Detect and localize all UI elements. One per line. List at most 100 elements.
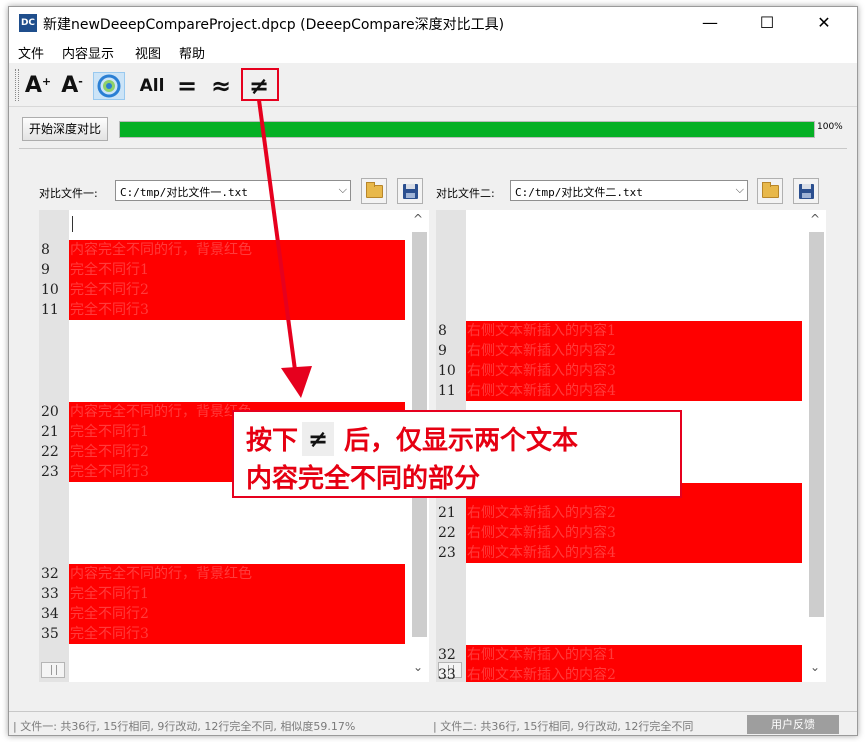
progress-row: 开始深度对比 100% xyxy=(9,115,857,145)
callout-line-1: 按下 ≠ 后，仅显示两个文本 xyxy=(246,420,578,459)
progress-label: 100% xyxy=(817,122,843,132)
right-save-button[interactable] xyxy=(793,178,819,204)
menu-bar: 文件 内容显示 视图 帮助 xyxy=(9,39,857,63)
right-vertical-scrollbar[interactable]: ^ ⌄ xyxy=(806,210,826,682)
left-file-label: 对比文件一: xyxy=(39,187,98,200)
menu-content-display[interactable]: 内容显示 xyxy=(62,43,114,62)
left-file-stats: | 文件一: 共36行, 15行相同, 9行改动, 12行完全不同, 相似度59… xyxy=(13,720,356,733)
callout-text-after: 后，仅显示两个文本 xyxy=(344,426,579,456)
line-number: 35 xyxy=(41,626,59,642)
sync-scroll-button[interactable] xyxy=(93,72,125,100)
diff-line-text: 右侧文本新插入的内容2 xyxy=(466,665,802,682)
menu-file[interactable]: 文件 xyxy=(18,43,44,62)
menu-help[interactable]: 帮助 xyxy=(179,43,205,62)
divider xyxy=(19,148,847,149)
diff-line-text: 右侧文本新插入的内容2 xyxy=(466,341,802,361)
line-number: 8 xyxy=(41,242,50,258)
diff-line-text: 右侧文本新插入的内容2 xyxy=(466,503,802,523)
line-number: 33 xyxy=(41,586,59,602)
save-icon xyxy=(799,184,814,199)
minus-sup: - xyxy=(78,75,83,88)
line-number: 21 xyxy=(438,505,456,521)
chevron-down-icon: ⌵ xyxy=(735,183,744,196)
line-number: 23 xyxy=(41,464,59,480)
app-logo-icon: DC xyxy=(19,14,37,32)
left-save-button[interactable] xyxy=(397,178,423,204)
show-equal-button[interactable]: = xyxy=(173,72,201,100)
not-equal-icon: ≠ xyxy=(302,421,335,456)
diff-line-text: 完全不同行3 xyxy=(69,624,405,644)
diff-line-text: 右侧文本新插入的内容4 xyxy=(466,381,802,401)
right-open-button[interactable] xyxy=(757,178,783,204)
left-open-button[interactable] xyxy=(361,178,387,204)
line-number: 10 xyxy=(41,282,59,298)
status-bar: | 文件一: 共36行, 15行相同, 9行改动, 12行完全不同, 相似度59… xyxy=(9,711,857,735)
line-number: 10 xyxy=(438,363,456,379)
line-number: 34 xyxy=(41,606,59,622)
line-number: 33 xyxy=(438,667,456,682)
scroll-up-icon[interactable]: ^ xyxy=(810,212,820,226)
diff-line-text: 内容完全不同的行，背景红色 xyxy=(69,240,405,260)
line-number: 11 xyxy=(41,302,59,318)
save-icon xyxy=(403,184,418,199)
text-caret xyxy=(72,216,73,232)
callout-line-2: 内容完全不同的部分 xyxy=(246,464,481,494)
font-increase-button[interactable]: A+ xyxy=(23,72,53,100)
diff-line-text: 完全不同行2 xyxy=(69,604,405,624)
diff-line-text: 右侧文本新插入的内容3 xyxy=(466,361,802,381)
left-path-combo[interactable]: C:/tmp/对比文件一.txt ⌵ xyxy=(115,180,351,201)
menu-view[interactable]: 视图 xyxy=(135,43,161,62)
left-path-value: C:/tmp/对比文件一.txt xyxy=(120,186,248,199)
line-number: 21 xyxy=(41,424,59,440)
folder-icon xyxy=(762,182,779,198)
sync-scroll-icon xyxy=(97,74,121,98)
font-decrease-button[interactable]: A- xyxy=(57,72,87,100)
right-path-combo[interactable]: C:/tmp/对比文件二.txt ⌵ xyxy=(510,180,748,201)
right-file-stats: | 文件二: 共36行, 15行相同, 9行改动, 12行完全不同 xyxy=(433,720,694,733)
diff-line-text: 完全不同行2 xyxy=(69,280,405,300)
scroll-up-icon[interactable]: ^ xyxy=(413,212,423,226)
line-number: 20 xyxy=(41,404,59,420)
show-all-button[interactable]: All xyxy=(135,72,169,100)
line-number: 32 xyxy=(41,566,59,582)
toolbar: A+ A- All = ≈ ≠ xyxy=(9,63,857,107)
line-number: 8 xyxy=(438,323,447,339)
chevron-down-icon: ⌵ xyxy=(338,183,347,196)
diff-line-text: 完全不同行1 xyxy=(69,584,405,604)
folder-icon xyxy=(366,182,383,198)
right-file-label: 对比文件二: xyxy=(436,187,495,200)
show-similar-button[interactable]: ≈ xyxy=(207,72,235,100)
diff-line-text: 完全不同行1 xyxy=(69,260,405,280)
scroll-down-icon[interactable]: ⌄ xyxy=(810,660,820,674)
callout-text-before: 按下 xyxy=(246,426,299,456)
diff-line-text: 内容完全不同的行，背景红色 xyxy=(69,564,405,584)
maximize-button[interactable]: ☐ xyxy=(744,7,790,39)
close-button[interactable]: ✕ xyxy=(801,7,847,39)
not-equal-highlight-box xyxy=(241,68,279,101)
diff-line-text: 右侧文本新插入的内容3 xyxy=(466,523,802,543)
diff-line-text: 完全不同行3 xyxy=(69,300,405,320)
line-number: 22 xyxy=(41,444,59,460)
progress-fill xyxy=(120,122,814,137)
feedback-button[interactable]: 用户反馈 xyxy=(747,715,839,734)
diff-line-text: 右侧文本新插入的内容1 xyxy=(466,645,802,665)
minimize-button[interactable]: — xyxy=(687,7,733,39)
line-number: 9 xyxy=(41,262,50,278)
font-increase-icon: A xyxy=(24,73,42,98)
right-scroll-thumb[interactable] xyxy=(809,232,824,617)
plus-sup: + xyxy=(41,75,52,88)
line-number: 9 xyxy=(438,343,447,359)
window-title: 新建newDeeepCompareProject.dpcp (DeeepComp… xyxy=(43,17,505,33)
line-number: 23 xyxy=(438,545,456,561)
scroll-down-icon[interactable]: ⌄ xyxy=(413,660,423,674)
toolbar-grip[interactable] xyxy=(15,69,19,101)
title-bar: DC 新建newDeeepCompareProject.dpcp (DeeepC… xyxy=(9,7,857,39)
line-number: 32 xyxy=(438,647,456,663)
line-number: 22 xyxy=(438,525,456,541)
progress-bar xyxy=(119,121,815,138)
font-decrease-icon: A xyxy=(61,73,79,98)
diff-line-text: 右侧文本新插入的内容4 xyxy=(466,543,802,563)
start-compare-button[interactable]: 开始深度对比 xyxy=(22,117,108,141)
left-hscroll-grip[interactable] xyxy=(41,662,65,678)
right-path-value: C:/tmp/对比文件二.txt xyxy=(515,186,643,199)
